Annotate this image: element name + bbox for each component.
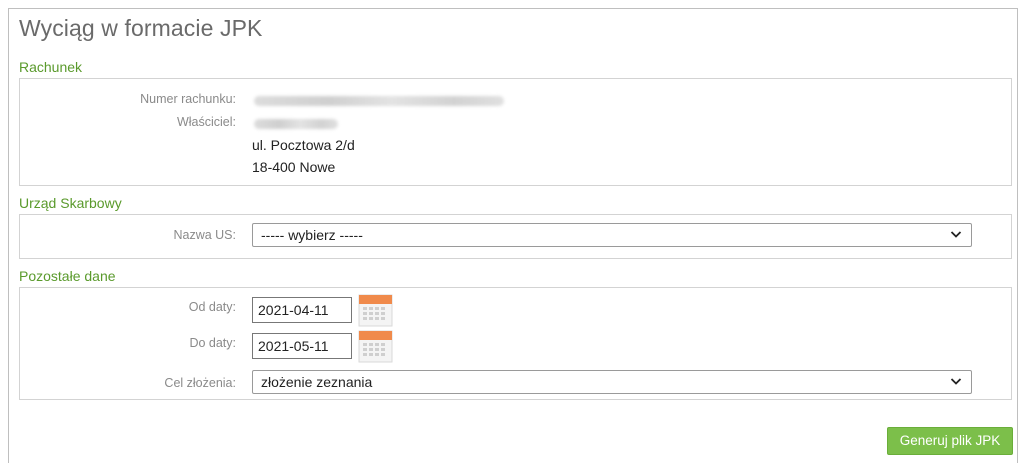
date-from-label: Od daty: xyxy=(188,300,236,314)
calendar-icon[interactable] xyxy=(358,294,393,327)
urzad-box: Nazwa US: ----- wybierz ----- xyxy=(19,214,1012,259)
owner-label: Właściciel: xyxy=(176,115,236,129)
section-title-rachunek: Rachunek xyxy=(19,59,83,75)
page-title: Wyciąg w formacie JPK xyxy=(19,15,263,41)
owner-address-line1: ul. Pocztowa 2/d xyxy=(252,137,355,153)
chevron-down-icon xyxy=(950,231,962,238)
section-title-urzad-skarbowy: Urząd Skarbowy xyxy=(19,195,122,211)
purpose-selected: złożenie zeznania xyxy=(261,374,373,390)
tax-office-selected: ----- wybierz ----- xyxy=(261,227,363,243)
date-to-label: Do daty: xyxy=(189,336,236,350)
jpk-statement-panel: Wyciąg w formacie JPK Rachunek Numer rac… xyxy=(8,8,1018,463)
owner-name-redacted xyxy=(254,119,338,129)
tax-office-select[interactable]: ----- wybierz ----- xyxy=(252,223,972,247)
chevron-down-icon xyxy=(950,378,962,385)
date-from-input[interactable]: 2021-04-11 xyxy=(252,297,352,323)
account-number-value-redacted xyxy=(254,96,504,106)
account-number-label: Numer rachunku: xyxy=(140,92,236,106)
pozostale-box: Od daty: 2021-04-11 Do daty: 2021-05-11 xyxy=(19,287,1012,400)
owner-address-line2: 18-400 Nowe xyxy=(252,159,336,175)
calendar-icon[interactable] xyxy=(358,330,393,363)
generate-jpk-button[interactable]: Generuj plik JPK xyxy=(887,427,1013,455)
purpose-label: Cel złożenia: xyxy=(164,376,236,390)
purpose-select[interactable]: złożenie zeznania xyxy=(252,370,972,394)
rachunek-box: Numer rachunku: Właściciel: ul. Pocztowa… xyxy=(19,78,1012,186)
tax-office-label: Nazwa US: xyxy=(173,228,236,242)
section-title-pozostale-dane: Pozostałe dane xyxy=(19,268,116,284)
date-to-input[interactable]: 2021-05-11 xyxy=(252,333,352,359)
